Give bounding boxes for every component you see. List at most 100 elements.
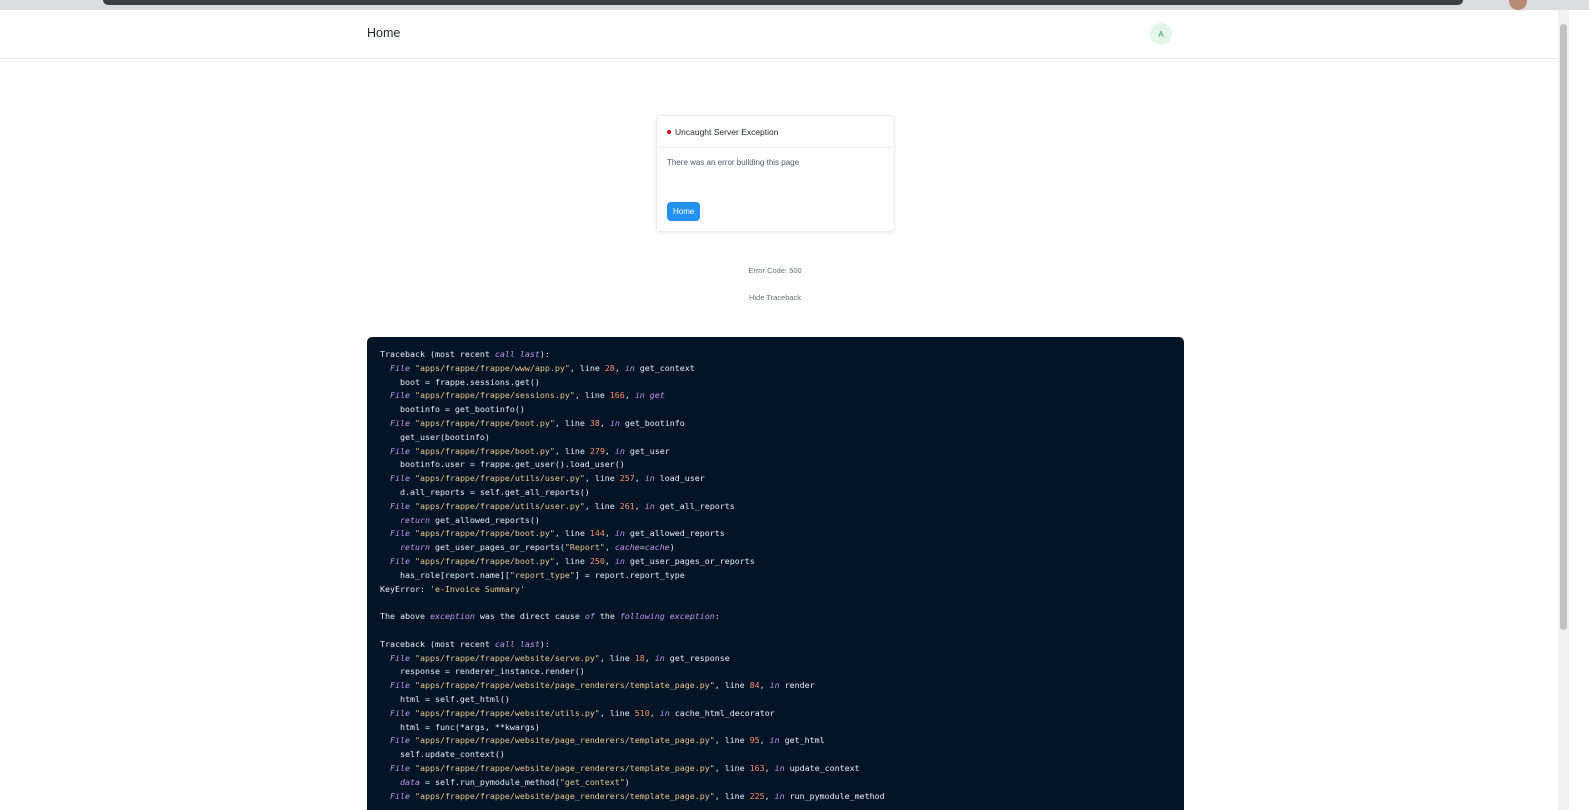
traceback-token: return [399, 542, 430, 553]
traceback-token [380, 390, 390, 400]
navbar-brand-home-link[interactable]: Home [367, 26, 400, 40]
traceback-token: , line [554, 555, 590, 566]
traceback-token: , [644, 652, 655, 663]
traceback-token [380, 763, 390, 773]
traceback-token: get_allowed_reports() [429, 514, 540, 525]
traceback-token: 163 [749, 762, 765, 773]
traceback-token: , [764, 790, 775, 801]
traceback-token: last [519, 349, 540, 359]
traceback-token: , line [714, 680, 750, 691]
traceback-line: File "apps/frappe/frappe/website/page_re… [380, 762, 885, 776]
traceback-line: File "apps/frappe/frappe/boot.py", line … [380, 417, 885, 431]
traceback-token: update_context [784, 762, 860, 773]
traceback-token: get_user_pages_or_reports [624, 555, 755, 566]
traceback-token [380, 556, 390, 566]
traceback-token: 28 [604, 362, 615, 373]
traceback-token: call [494, 349, 515, 359]
traceback-token: , line [714, 790, 750, 801]
traceback-token: in get [634, 390, 665, 401]
traceback-line: KeyError: 'e-Invoice Summary' [380, 583, 885, 597]
page-scrollbar[interactable] [1558, 10, 1569, 810]
traceback-token: , line [569, 362, 605, 373]
traceback-line: File "apps/frappe/frappe/website/page_re… [380, 734, 885, 748]
traceback-token: bootinfo.user = frappe.get_user().load_u… [380, 459, 625, 470]
traceback-token: in [774, 790, 785, 801]
traceback-token: in [774, 762, 785, 773]
traceback-token: call [494, 638, 515, 649]
traceback-token [380, 680, 390, 690]
traceback-token [380, 528, 390, 538]
traceback-token [380, 542, 400, 552]
traceback-token: get_user(bootinfo) [380, 431, 490, 442]
traceback-token: 257 [619, 473, 635, 484]
traceback-token: "apps/frappe/frappe/website/page_rendere… [414, 735, 715, 746]
traceback-token: , [624, 390, 635, 401]
traceback-token: the [594, 611, 620, 622]
traceback-token [380, 653, 390, 663]
traceback-token [380, 735, 390, 745]
traceback-token: 38 [589, 417, 600, 428]
traceback-token [380, 418, 390, 428]
traceback-token: get_response [664, 652, 730, 663]
traceback-token: , [599, 417, 610, 428]
traceback-line: boot = frappe.sessions.get() [380, 376, 885, 390]
traceback-token: File [390, 473, 410, 484]
traceback-token: : [714, 611, 720, 622]
browser-address-bar[interactable] [103, 0, 1463, 5]
traceback-token: in [614, 555, 625, 566]
traceback-token: boot = frappe.sessions.get() [380, 376, 540, 387]
traceback-line: data = self.run_pymodule_method("get_con… [380, 776, 885, 790]
traceback-line: The above exception was the direct cause… [380, 610, 885, 624]
browser-profile-avatar[interactable] [1509, 0, 1527, 10]
traceback-token: cache_html_decorator [669, 707, 775, 718]
error-card: Uncaught Server Exception There was an e… [656, 115, 895, 232]
traceback-token: last [519, 638, 540, 649]
traceback-token: , [604, 445, 615, 456]
traceback-token: exception [669, 611, 715, 622]
hide-traceback-link: Hide Traceback [0, 293, 1550, 302]
scrollbar-thumb[interactable] [1560, 24, 1567, 630]
user-avatar[interactable]: A [1150, 23, 1172, 45]
navbar: Home A [0, 10, 1558, 59]
traceback-token: get_context [634, 362, 695, 373]
traceback-token: , line [714, 735, 750, 746]
traceback-line: return get_user_pages_or_reports("Report… [380, 541, 885, 555]
traceback-token: , [649, 707, 660, 718]
traceback-token: , [604, 528, 615, 539]
traceback-token: File [390, 500, 410, 511]
traceback-token: "apps/frappe/frappe/boot.py" [414, 417, 555, 428]
traceback-token: File [390, 555, 410, 566]
traceback-token: , line [554, 445, 590, 456]
traceback-token: , line [714, 762, 750, 773]
traceback-line: bootinfo.user = frappe.get_user().load_u… [380, 458, 885, 472]
traceback-token: , line [574, 390, 610, 401]
traceback-token: exception [429, 611, 475, 622]
home-button[interactable]: Home [667, 202, 701, 221]
traceback-token: , [764, 762, 775, 773]
traceback-token: self.update_context() [380, 749, 505, 760]
traceback-token: "apps/frappe/frappe/boot.py" [414, 555, 555, 566]
traceback-token: bootinfo = get_bootinfo() [380, 404, 525, 415]
traceback-token: File [390, 707, 410, 718]
traceback-token: in [609, 417, 620, 428]
traceback-token: ] = report.report_type [574, 569, 685, 580]
traceback-token [380, 515, 400, 525]
traceback-token [380, 446, 390, 456]
traceback-token: in [614, 528, 625, 539]
traceback-token: File [390, 790, 410, 801]
traceback-token: , [604, 542, 615, 553]
traceback-token: "apps/frappe/frappe/utils/user.py" [414, 500, 585, 511]
traceback-line: File "apps/frappe/frappe/utils/user.py",… [380, 500, 885, 514]
error-message: There was an error building this page [667, 158, 800, 167]
traceback-token: ) [624, 776, 630, 787]
traceback-token: 144 [589, 528, 605, 539]
traceback-token: , line [584, 473, 620, 484]
traceback-token: 279 [589, 445, 605, 456]
hide-traceback-toggle[interactable]: Hide Traceback [749, 293, 801, 302]
traceback-token: Traceback (most recent [380, 349, 495, 359]
traceback-token: response = renderer_instance.render() [380, 666, 585, 677]
traceback-token: html = func(*args, **kwargs) [380, 721, 540, 732]
traceback-line: html = self.get_html() [380, 693, 885, 707]
traceback-line: File "apps/frappe/frappe/boot.py", line … [380, 527, 885, 541]
traceback-token: "apps/frappe/frappe/website/utils.py" [414, 707, 600, 718]
